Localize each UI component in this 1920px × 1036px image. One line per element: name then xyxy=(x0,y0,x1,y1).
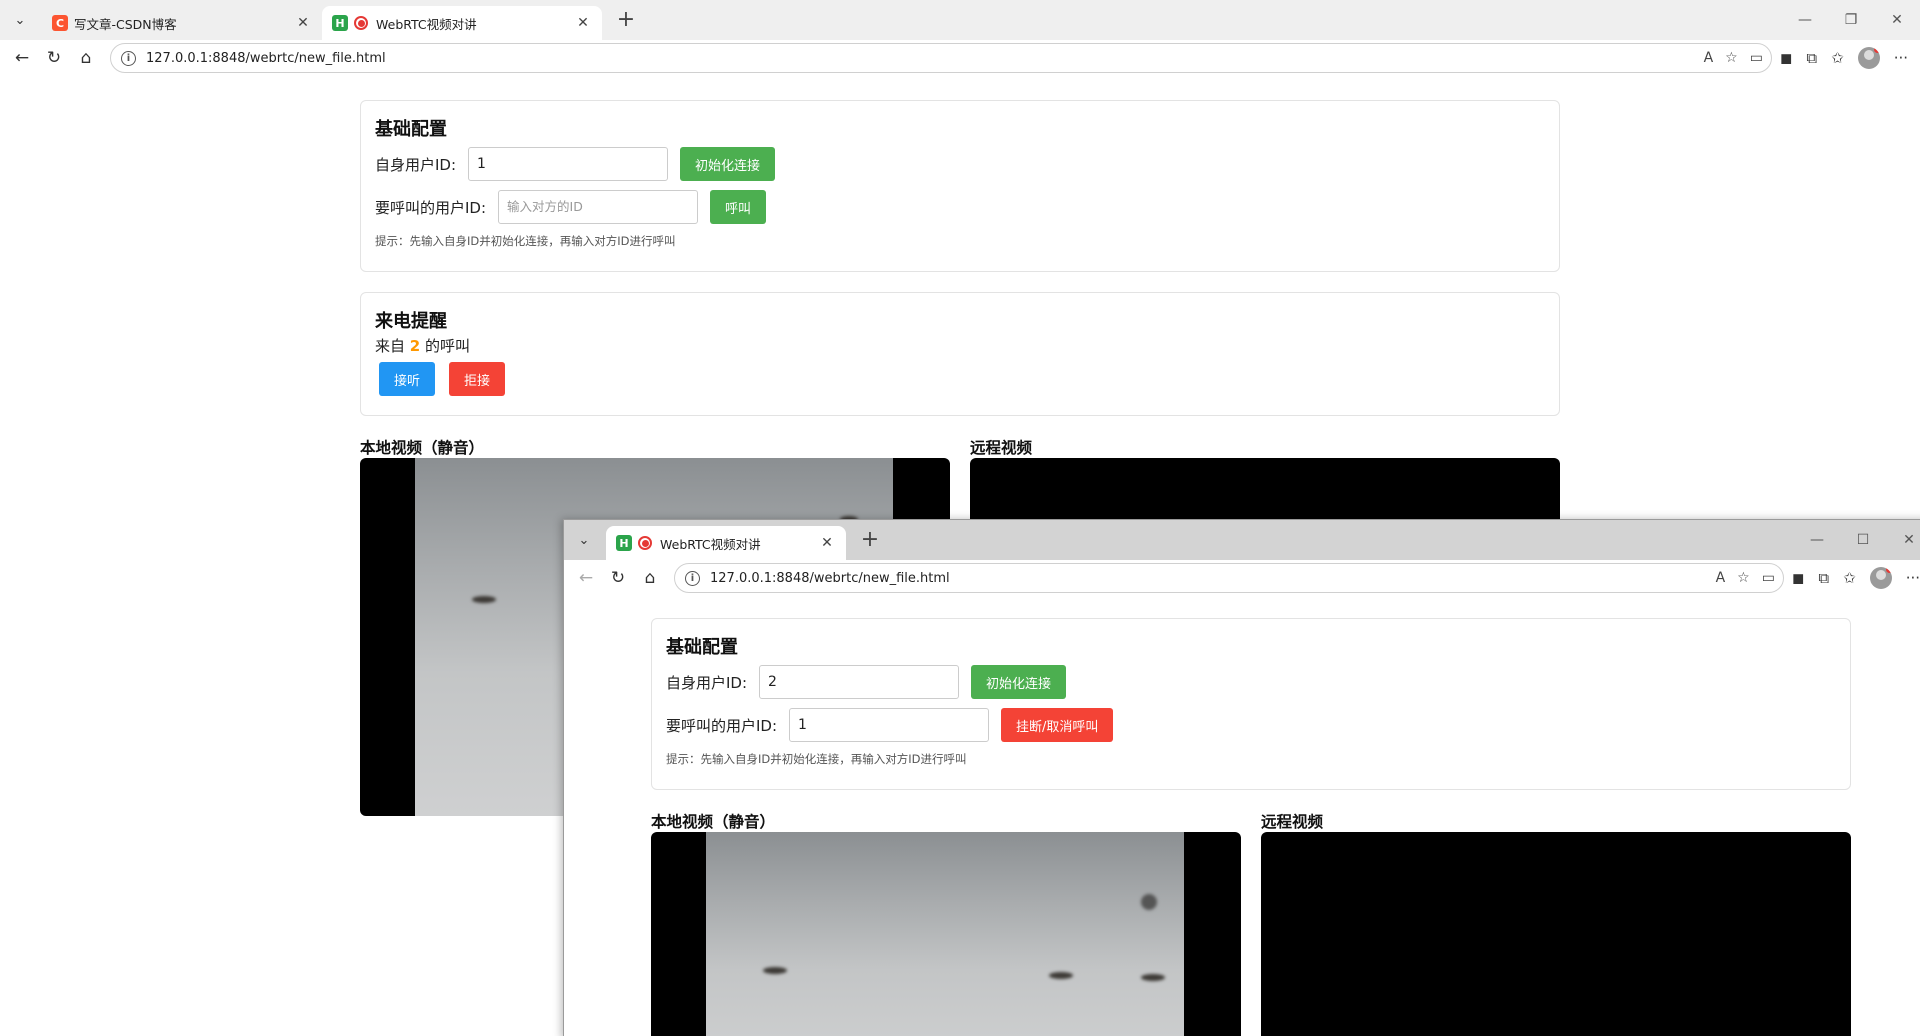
favorites-list-icon[interactable]: ✩ xyxy=(1843,569,1856,587)
incoming-title: 来电提醒 xyxy=(375,311,447,332)
tab-webrtc[interactable]: H WebRTC视频对讲 ✕ xyxy=(606,526,846,560)
minimize-icon[interactable]: — xyxy=(1794,520,1840,560)
config-title: 基础配置 xyxy=(666,637,738,658)
window-controls: — ☐ ✕ xyxy=(1794,520,1920,560)
restore-icon[interactable]: ❐ xyxy=(1828,0,1874,40)
config-card: 基础配置 自身用户ID: 初始化连接 要呼叫的用户ID: 呼叫 提示：先输入自身… xyxy=(360,100,1560,272)
target-id-input[interactable] xyxy=(498,190,699,224)
self-id-label: 自身用户ID: xyxy=(666,673,748,692)
tab-title: WebRTC视频对讲 xyxy=(660,536,761,552)
tab-actions-chevron-down-icon[interactable]: ⌄ xyxy=(570,526,598,554)
remote-video xyxy=(1261,832,1851,1036)
hint-text: 提示：先输入自身ID并初始化连接，再输入对方ID进行呼叫 xyxy=(375,234,676,248)
init-connection-button[interactable]: 初始化连接 xyxy=(680,147,776,181)
caller-prefix: 来自 xyxy=(375,337,406,355)
new-tab-plus-icon[interactable]: + xyxy=(612,6,640,34)
address-toolbar: ← ↻ ⌂ i 127.0.0.1:8848/webrtc/new_file.h… xyxy=(0,40,1920,76)
recording-icon xyxy=(354,16,368,30)
tab-title: 写文章-CSDN博客 xyxy=(74,16,177,32)
tab-actions-chevron-down-icon[interactable]: ⌄ xyxy=(6,6,34,34)
csdn-favicon-icon: C xyxy=(52,15,68,31)
tab-title: WebRTC视频对讲 xyxy=(376,16,477,32)
refresh-icon[interactable]: ↻ xyxy=(602,563,634,593)
close-window-icon[interactable]: ✕ xyxy=(1886,520,1920,560)
minimize-icon[interactable]: — xyxy=(1782,0,1828,40)
address-toolbar: ← ↻ ⌂ i 127.0.0.1:8848/webrtc/new_file.h… xyxy=(564,560,1920,596)
extension-app-icon[interactable]: ◼ xyxy=(1792,569,1804,587)
hbuilder-favicon-icon: H xyxy=(616,535,632,551)
local-video xyxy=(651,832,1241,1036)
close-icon[interactable]: ✕ xyxy=(294,15,312,31)
info-icon[interactable]: i xyxy=(121,50,136,66)
caller-suffix: 的呼叫 xyxy=(425,337,471,355)
remote-video-title: 远程视频 xyxy=(1261,813,1324,831)
tab-strip: ⌄ H WebRTC视频对讲 ✕ + — ☐ ✕ xyxy=(564,520,1920,560)
local-video-title: 本地视频（静音） xyxy=(651,813,776,831)
home-icon[interactable]: ⌂ xyxy=(70,43,102,73)
accept-button[interactable]: 接听 xyxy=(379,362,436,396)
extensions-icon[interactable]: ⧉ xyxy=(1818,569,1829,587)
address-bar[interactable]: i 127.0.0.1:8848/webrtc/new_file.html A … xyxy=(674,563,1784,593)
window-controls: — ❐ ✕ xyxy=(1782,0,1920,40)
info-icon[interactable]: i xyxy=(685,570,700,586)
avatar[interactable] xyxy=(1857,47,1880,69)
tab-strip: ⌄ C 写文章-CSDN博客 ✕ H WebRTC视频对讲 ✕ + — ❐ ✕ xyxy=(0,0,1920,40)
caller-text: 来自 2 的呼叫 xyxy=(375,335,1545,356)
tab-webrtc[interactable]: H WebRTC视频对讲 ✕ xyxy=(322,6,602,40)
second-browser-window: ⌄ H WebRTC视频对讲 ✕ + — ☐ ✕ ← ↻ ⌂ i 127.0.0… xyxy=(563,519,1920,1036)
more-icon[interactable]: ··· xyxy=(1906,569,1920,587)
address-bar[interactable]: i 127.0.0.1:8848/webrtc/new_file.html A … xyxy=(110,43,1772,73)
caller-id: 2 xyxy=(409,337,421,355)
reject-button[interactable]: 拒接 xyxy=(449,362,506,396)
call-button[interactable]: 呼叫 xyxy=(710,190,767,224)
remote-video-title: 远程视频 xyxy=(970,439,1033,457)
more-icon[interactable]: ··· xyxy=(1894,49,1908,67)
back-icon[interactable]: ← xyxy=(6,43,38,73)
favorite-star-icon[interactable]: ☆ xyxy=(1725,50,1738,66)
hbuilder-favicon-icon: H xyxy=(332,15,348,31)
target-id-input[interactable] xyxy=(789,708,990,742)
maximize-icon[interactable]: ☐ xyxy=(1840,520,1886,560)
self-id-input[interactable] xyxy=(759,665,960,699)
camera-icon[interactable]: ▭ xyxy=(1750,50,1763,66)
recording-icon xyxy=(638,536,652,550)
self-id-input[interactable] xyxy=(468,147,669,181)
read-aloud-icon[interactable]: A xyxy=(1704,50,1714,66)
url-text: 127.0.0.1:8848/webrtc/new_file.html xyxy=(146,50,386,66)
close-icon[interactable]: ✕ xyxy=(574,15,592,31)
self-id-label: 自身用户ID: xyxy=(375,155,457,174)
avatar[interactable] xyxy=(1869,567,1892,589)
favorites-list-icon[interactable]: ✩ xyxy=(1831,49,1844,67)
hint-text: 提示：先输入自身ID并初始化连接，再输入对方ID进行呼叫 xyxy=(666,752,967,766)
config-title: 基础配置 xyxy=(375,119,447,140)
extension-app-icon[interactable]: ◼ xyxy=(1780,49,1792,67)
target-id-label: 要呼叫的用户ID: xyxy=(666,716,778,735)
back-icon[interactable]: ← xyxy=(570,563,602,593)
read-aloud-icon[interactable]: A xyxy=(1716,570,1726,586)
url-text: 127.0.0.1:8848/webrtc/new_file.html xyxy=(710,570,950,586)
local-video-title: 本地视频（静音） xyxy=(360,439,485,457)
extensions-icon[interactable]: ⧉ xyxy=(1806,49,1817,67)
close-icon[interactable]: ✕ xyxy=(818,535,836,551)
incoming-call-card: 来电提醒 来自 2 的呼叫 接听 拒接 xyxy=(360,292,1560,416)
favorite-star-icon[interactable]: ☆ xyxy=(1737,570,1750,586)
close-window-icon[interactable]: ✕ xyxy=(1874,0,1920,40)
new-tab-plus-icon[interactable]: + xyxy=(856,526,884,554)
tab-csdn[interactable]: C 写文章-CSDN博客 ✕ xyxy=(42,6,322,40)
camera-icon[interactable]: ▭ xyxy=(1762,570,1775,586)
page-content: 基础配置 自身用户ID: 初始化连接 要呼叫的用户ID: 挂断/取消呼叫 提示：… xyxy=(564,596,1920,1036)
hangup-button[interactable]: 挂断/取消呼叫 xyxy=(1001,708,1114,742)
target-id-label: 要呼叫的用户ID: xyxy=(375,198,487,217)
home-icon[interactable]: ⌂ xyxy=(634,563,666,593)
config-card: 基础配置 自身用户ID: 初始化连接 要呼叫的用户ID: 挂断/取消呼叫 提示：… xyxy=(651,618,1851,790)
init-connection-button[interactable]: 初始化连接 xyxy=(971,665,1067,699)
refresh-icon[interactable]: ↻ xyxy=(38,43,70,73)
